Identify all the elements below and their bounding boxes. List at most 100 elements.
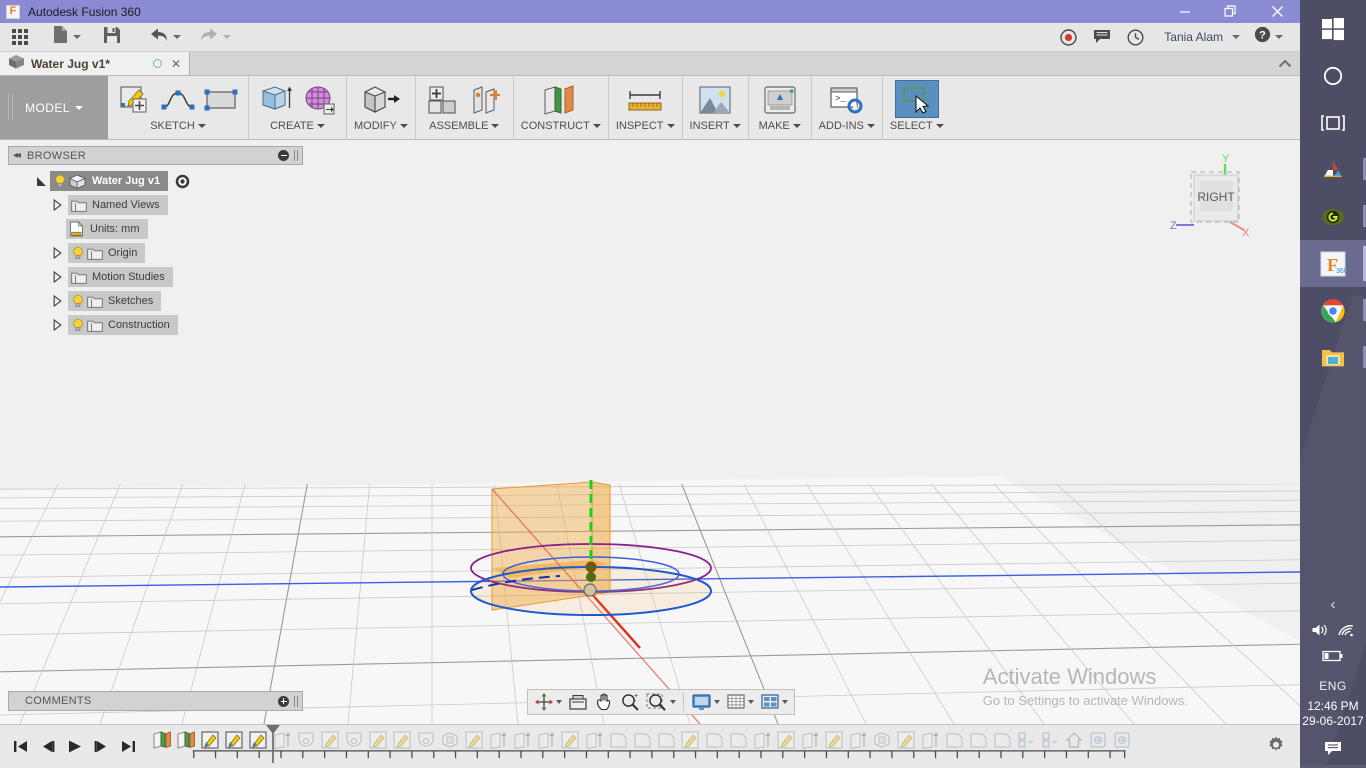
minimize-browser-icon[interactable]: [278, 150, 289, 161]
display-settings-button[interactable]: [688, 690, 723, 714]
timeline-feature-extrude-5[interactable]: [510, 728, 534, 752]
timeline-feature-revolve-1[interactable]: [294, 728, 318, 752]
timeline-feature-extrude-2[interactable]: [174, 728, 198, 752]
create-mesh-button[interactable]: [299, 82, 339, 118]
clock-time[interactable]: 12:46 PM: [1300, 699, 1366, 713]
task-view-button[interactable]: [1300, 99, 1366, 146]
press-pull-button[interactable]: [357, 82, 405, 118]
timeline-feature-shell-1[interactable]: [438, 728, 462, 752]
timeline-feature-sketch-11[interactable]: [822, 728, 846, 752]
offset-plane-button[interactable]: [537, 82, 585, 118]
job-status-button[interactable]: [1119, 23, 1152, 52]
cortana-search-button[interactable]: [1300, 52, 1366, 99]
tree-row-named-views[interactable]: Named Views: [8, 195, 303, 215]
3d-print-button[interactable]: [756, 82, 804, 118]
tree-row-units[interactable]: Units: mm: [8, 219, 303, 239]
tree-row-sketches[interactable]: Sketches: [8, 291, 303, 311]
action-center-button[interactable]: [1300, 740, 1366, 768]
expand-toggle-motion-studies[interactable]: [48, 271, 66, 283]
tree-node-units[interactable]: Units: mm: [66, 219, 148, 239]
panel-title-select[interactable]: SELECT: [890, 120, 944, 132]
rectangle-button[interactable]: [201, 82, 241, 118]
browser-resize-grip[interactable]: [294, 150, 298, 161]
close-button[interactable]: [1254, 0, 1300, 23]
autodesk-app-button[interactable]: [1300, 146, 1366, 193]
light-bulb-icon[interactable]: [70, 245, 86, 261]
tree-node-construction[interactable]: Construction: [68, 315, 178, 335]
clock-date[interactable]: 29-06-2017: [1300, 714, 1366, 728]
measure-button[interactable]: [621, 82, 669, 118]
timeline-feature-fillet-2[interactable]: [630, 728, 654, 752]
component-activate-icon[interactable]: [174, 173, 190, 189]
panel-title-insert[interactable]: INSERT: [690, 120, 741, 132]
timeline-feature-sketch-8[interactable]: [558, 728, 582, 752]
expand-toggle-origin[interactable]: [48, 247, 66, 259]
look-at-button[interactable]: [565, 690, 591, 714]
undo-button[interactable]: [142, 23, 188, 52]
comments-panel[interactable]: COMMENTS: [8, 691, 303, 711]
restore-button[interactable]: [1208, 0, 1254, 23]
save-button[interactable]: [96, 23, 128, 52]
timeline-feature-extrude-9[interactable]: [798, 728, 822, 752]
tree-row-water-jug[interactable]: Water Jug v1: [8, 171, 303, 191]
collapse-ribbon-button[interactable]: [1278, 52, 1300, 75]
timeline-feature-sketch-5[interactable]: [366, 728, 390, 752]
panel-title-construct[interactable]: CONSTRUCT: [521, 120, 601, 132]
timeline-feature-extrude-11[interactable]: [918, 728, 942, 752]
expand-toggle-sketches[interactable]: [48, 295, 66, 307]
battery-icon[interactable]: [1322, 649, 1344, 667]
timeline-feature-extrude-1[interactable]: [150, 728, 174, 752]
extrude-button[interactable]: [256, 82, 296, 118]
timeline-feature-sketch-12[interactable]: [894, 728, 918, 752]
spline-button[interactable]: [158, 82, 198, 118]
panel-title-addins[interactable]: ADD-INS: [819, 120, 875, 132]
timeline-feature-extrude-6[interactable]: [534, 728, 558, 752]
pan-button[interactable]: [591, 690, 617, 714]
language-indicator[interactable]: ENG: [1300, 670, 1366, 699]
app-grid-button[interactable]: [0, 23, 35, 52]
tree-node-origin[interactable]: Origin: [68, 243, 146, 263]
step-back-button[interactable]: [35, 735, 59, 759]
tree-node-sketches[interactable]: Sketches: [68, 291, 162, 311]
new-component-button[interactable]: [423, 82, 463, 118]
windows-start-button[interactable]: [1300, 5, 1366, 52]
timeline-feature-revolve-2[interactable]: [342, 728, 366, 752]
timeline-feature-sketch-10[interactable]: [774, 728, 798, 752]
timeline-feature-shell-2[interactable]: [870, 728, 894, 752]
show-hidden-icons-button[interactable]: ‹: [1300, 588, 1366, 619]
tree-row-construction[interactable]: Construction: [8, 315, 303, 335]
light-bulb-icon[interactable]: [70, 317, 86, 333]
timeline-feature-sketch-7[interactable]: [462, 728, 486, 752]
zoom-window-button[interactable]: [643, 690, 679, 714]
panel-title-sketch[interactable]: SKETCH: [150, 120, 206, 132]
chat-button[interactable]: [1085, 23, 1119, 52]
workspace-switcher[interactable]: MODEL: [0, 76, 108, 139]
user-account-menu[interactable]: Tania Alam: [1152, 23, 1247, 52]
google-chrome-button[interactable]: [1300, 287, 1366, 334]
select-button[interactable]: [894, 80, 939, 118]
timeline-feature-fillet-3[interactable]: [654, 728, 678, 752]
timeline-feature-extrude-8[interactable]: [750, 728, 774, 752]
file-explorer-button[interactable]: [1300, 334, 1366, 381]
timeline-feature-sketch-9[interactable]: [678, 728, 702, 752]
go-to-end-button[interactable]: [116, 735, 140, 759]
timeline-feature-sketch-1[interactable]: [198, 728, 222, 752]
panel-title-make[interactable]: MAKE: [759, 120, 801, 132]
play-button[interactable]: [62, 735, 86, 759]
close-tab-icon[interactable]: ✕: [171, 58, 181, 70]
step-forward-button[interactable]: [89, 735, 113, 759]
viewports-button[interactable]: [757, 690, 791, 714]
timeline-feature-home[interactable]: [1062, 728, 1086, 752]
timeline-feature-fillet-6[interactable]: [942, 728, 966, 752]
wifi-icon[interactable]: [1337, 622, 1356, 643]
joint-button[interactable]: [466, 82, 506, 118]
document-tab-water-jug[interactable]: Water Jug v1* ✕: [0, 52, 190, 75]
timeline-feature-fillet-7[interactable]: [966, 728, 990, 752]
timeline-feature-component-2[interactable]: C: [1110, 728, 1134, 752]
timeline-track[interactable]: + + C C: [146, 724, 1300, 768]
go-to-beginning-button[interactable]: [8, 735, 32, 759]
timeline-feature-fillet-4[interactable]: [702, 728, 726, 752]
timeline-marker[interactable]: [264, 724, 282, 768]
tree-node-motion-studies[interactable]: Motion Studies: [68, 267, 173, 287]
light-bulb-icon[interactable]: [52, 173, 68, 189]
